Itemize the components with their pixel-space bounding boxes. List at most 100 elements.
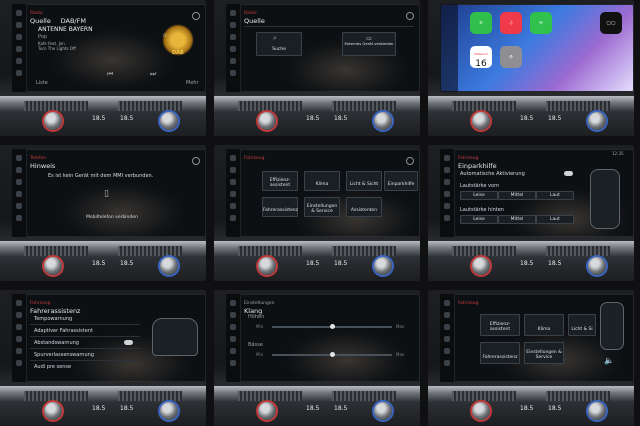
messages-app-icon[interactable]: ✉ — [530, 12, 552, 34]
air-vent — [452, 101, 516, 111]
audi-app-icon[interactable]: ◯◯ — [600, 12, 622, 34]
page-title: Fahrerassistenz — [30, 306, 81, 315]
assist-item-presense[interactable]: Audi pre sense — [34, 364, 71, 370]
air-vent — [546, 391, 610, 401]
speaker-mute-icon[interactable]: 🔈 — [604, 356, 614, 365]
search-button[interactable]: Suche — [256, 32, 302, 56]
temp-knob-right[interactable] — [588, 112, 606, 130]
assist-item-distance[interactable]: Abstandswarnung — [34, 340, 79, 346]
section-label: Fahrzeug — [244, 156, 265, 161]
side-rail[interactable] — [12, 4, 27, 92]
temp-knob-left[interactable] — [258, 112, 276, 130]
rear-high-button[interactable]: Laut — [536, 215, 574, 224]
temp-knob-left[interactable] — [44, 257, 62, 275]
car-front-icon — [152, 318, 198, 356]
menu-assistants[interactable]: Assistenten — [346, 197, 382, 217]
temp-knob-right[interactable] — [374, 112, 392, 130]
mmi-screen: Fahrzeug Einparkhilfe 12:35 Automatische… — [440, 149, 634, 237]
settings-app-icon[interactable]: ⚙ — [500, 46, 522, 68]
treble-min: Min — [256, 324, 264, 329]
menu-settings[interactable]: Einstellungen & Service — [304, 197, 340, 217]
side-rail[interactable] — [440, 149, 455, 237]
rear-low-button[interactable]: Leise — [460, 215, 498, 224]
menu-settings[interactable]: Einstellungen & Service — [524, 342, 564, 364]
connect-phone-button[interactable]: Mobiltelefon verbinden — [86, 215, 138, 220]
side-rail[interactable] — [226, 294, 241, 382]
assist-item-speed-warning[interactable]: Tempowarnung — [34, 316, 72, 322]
tile-driver-assist: Fahrzeug Fahrerassistenz Tempowarnung Ad… — [0, 290, 206, 426]
external-device-button[interactable]: ▭ Externes Gerät verbinden — [342, 32, 396, 56]
menu-driver-assist[interactable]: Fahrerassistenz — [262, 197, 298, 217]
next-icon[interactable]: ⏭ — [150, 70, 156, 79]
front-volume-label: Lautstärke vorn — [460, 183, 500, 189]
menu-lights[interactable]: Licht & Sicht — [346, 171, 382, 191]
phone-icon: ▯ — [104, 189, 109, 199]
treble-label: Höhen — [248, 314, 265, 320]
treble-slider[interactable] — [272, 324, 392, 329]
menu-climate[interactable]: Klima — [304, 171, 340, 191]
list-button[interactable]: Liste — [36, 80, 48, 86]
section-label: Einstellungen — [244, 301, 275, 306]
gear-icon[interactable] — [406, 157, 414, 165]
temp-knob-right[interactable] — [588, 257, 606, 275]
front-high-button[interactable]: Laut — [536, 191, 574, 200]
search-icon: ⌕ — [273, 34, 277, 42]
temp-knob-right[interactable] — [160, 112, 178, 130]
more-button[interactable]: Mehr — [186, 80, 199, 86]
temp-knob-right[interactable] — [374, 402, 392, 420]
prev-icon[interactable]: ⏮ — [107, 70, 113, 79]
temp-knob-right[interactable] — [374, 257, 392, 275]
side-rail[interactable] — [226, 4, 241, 92]
temp-knob-left[interactable] — [258, 257, 276, 275]
phone-app-icon[interactable]: ✆ — [470, 12, 492, 34]
temp-right: 18.5 — [334, 260, 348, 267]
side-rail[interactable] — [440, 294, 455, 382]
menu-driver-assist[interactable]: Fahrerassistenz — [480, 342, 520, 364]
temp-knob-right[interactable] — [160, 257, 178, 275]
menu-climate[interactable]: Klima — [524, 314, 564, 336]
tab-source[interactable]: Quelle — [30, 17, 51, 25]
temp-knob-left[interactable] — [44, 112, 62, 130]
temp-knob-left[interactable] — [44, 402, 62, 420]
carplay-dock[interactable] — [440, 4, 458, 92]
assist-item-lane[interactable]: Spurverlassenswarnung — [34, 352, 94, 358]
bass-slider[interactable] — [272, 352, 392, 357]
distance-warning-toggle[interactable] — [124, 340, 133, 345]
music-app-icon[interactable]: ♫ — [500, 12, 522, 34]
air-vent — [332, 391, 396, 401]
menu-lights[interactable]: Licht & Si — [568, 314, 596, 336]
temp-right: 18.5 — [120, 405, 134, 412]
auto-activation-toggle[interactable] — [564, 171, 573, 176]
gear-icon[interactable] — [406, 12, 414, 20]
gear-icon[interactable] — [192, 12, 200, 20]
temp-knob-left[interactable] — [472, 402, 490, 420]
temp-knob-left[interactable] — [472, 112, 490, 130]
air-vent — [332, 101, 396, 111]
front-low-button[interactable]: Leise — [460, 191, 498, 200]
menu-efficiency[interactable]: Effizienz-assistent — [480, 314, 520, 336]
temp-knob-left[interactable] — [472, 257, 490, 275]
side-rail[interactable] — [12, 149, 27, 237]
temp-knob-right[interactable] — [160, 402, 178, 420]
slider-thumb[interactable] — [330, 352, 335, 357]
slider-thumb[interactable] — [330, 324, 335, 329]
front-mid-button[interactable]: Mittel — [498, 191, 536, 200]
menu-parking[interactable]: Einparkhilfe — [384, 171, 418, 191]
assist-item-adaptive[interactable]: Adaptiver Fahrassistent — [34, 328, 93, 334]
side-rail[interactable] — [226, 149, 241, 237]
temp-left: 18.5 — [520, 405, 534, 412]
air-vent — [118, 246, 182, 256]
temp-right: 18.5 — [120, 115, 134, 122]
temp-left: 18.5 — [306, 115, 320, 122]
calendar-app-icon[interactable]: Mittwoch 16 — [470, 46, 492, 69]
temp-left: 18.5 — [92, 405, 106, 412]
favorite-star-icon[interactable]: ☆ — [162, 32, 167, 39]
rear-mid-button[interactable]: Mittel — [498, 215, 536, 224]
band-label[interactable]: DAB/FM — [61, 17, 86, 25]
tile-source: Radio Quelle Suche ⌕ ▭ Externes Gerät ve… — [214, 0, 420, 136]
side-rail[interactable] — [12, 294, 27, 382]
menu-efficiency[interactable]: Effizienz-assistent — [262, 171, 298, 191]
gear-icon[interactable] — [192, 157, 200, 165]
temp-knob-left[interactable] — [258, 402, 276, 420]
temp-knob-right[interactable] — [588, 402, 606, 420]
